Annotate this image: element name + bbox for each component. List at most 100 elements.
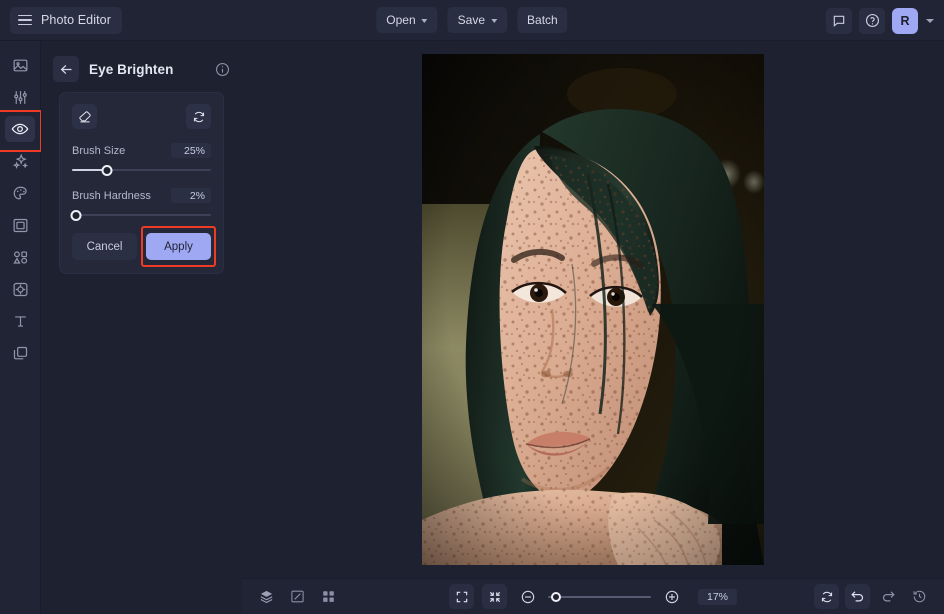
- eraser-button[interactable]: [72, 104, 97, 129]
- zoom-controls: 17%: [449, 584, 737, 609]
- grid-button[interactable]: [316, 584, 341, 609]
- save-button[interactable]: Save: [448, 7, 507, 33]
- undo-icon: [850, 589, 865, 604]
- apply-button[interactable]: Apply: [146, 233, 211, 260]
- refresh-icon: [820, 590, 834, 604]
- portrait-photo: [422, 54, 764, 565]
- batch-label: Batch: [527, 13, 558, 27]
- fit-screen-button[interactable]: [449, 584, 474, 609]
- zoom-slider-track: [548, 596, 651, 598]
- help-button[interactable]: [859, 8, 885, 34]
- card-actions: Cancel Apply: [72, 233, 211, 260]
- photo-image[interactable]: [422, 54, 764, 565]
- reset-icon: [192, 110, 206, 124]
- slider-track: [72, 214, 211, 217]
- zoom-level-value[interactable]: 17%: [698, 589, 737, 605]
- zoom-in-icon: [663, 589, 679, 605]
- page-title: Eye Brighten: [89, 62, 212, 77]
- apply-button-highlight: Apply: [146, 233, 211, 260]
- help-circle-icon: [865, 13, 880, 28]
- batch-button[interactable]: Batch: [517, 7, 568, 33]
- layers-icon: [259, 589, 274, 604]
- avatar[interactable]: R: [892, 8, 918, 34]
- sidebar-item-image[interactable]: [5, 52, 35, 78]
- redo-icon: [881, 589, 896, 604]
- zoom-out-icon: [519, 589, 535, 605]
- tool-panel: Eye Brighten: [41, 41, 242, 614]
- brush-size-label: Brush Size: [72, 145, 125, 157]
- history-icon: [912, 589, 927, 604]
- brush-hardness-slider[interactable]: [72, 208, 211, 222]
- history-controls: [814, 584, 932, 609]
- sidebar-item-layers[interactable]: [5, 340, 35, 366]
- fit-screen-icon: [454, 590, 468, 604]
- chevron-down-icon: [422, 19, 428, 23]
- sticker-icon: [12, 281, 29, 298]
- back-button[interactable]: [53, 56, 79, 82]
- shapes-icon: [12, 249, 29, 266]
- chevron-down-icon: [491, 19, 497, 23]
- open-label: Open: [386, 13, 415, 27]
- undo-button[interactable]: [845, 584, 870, 609]
- sparkles-icon: [12, 153, 29, 170]
- layers-copy-icon: [12, 345, 29, 362]
- brush-settings-card: Brush Size 25% Brush Hardness 2% Cancel: [59, 92, 224, 274]
- info-button[interactable]: [212, 59, 232, 79]
- compare-button[interactable]: [285, 584, 310, 609]
- brush-hardness-row: Brush Hardness 2%: [72, 188, 211, 203]
- panel-header: Eye Brighten: [41, 51, 242, 87]
- zoom-out-button[interactable]: [515, 584, 540, 609]
- sidebar-item-frame[interactable]: [5, 212, 35, 238]
- brush-hardness-label: Brush Hardness: [72, 190, 151, 202]
- layers-button[interactable]: [254, 584, 279, 609]
- sliders-icon: [12, 89, 29, 106]
- frame-icon: [12, 217, 29, 234]
- reset-view-button[interactable]: [814, 584, 839, 609]
- top-center-actions: Open Save Batch: [376, 7, 567, 33]
- top-toolbar: Photo Editor Open Save Batch: [0, 0, 944, 41]
- sidebar-item-adjust[interactable]: [5, 84, 35, 110]
- chevron-down-icon[interactable]: [926, 19, 934, 23]
- palette-icon: [12, 185, 29, 202]
- bottom-left-tools: [254, 584, 341, 609]
- eraser-icon: [78, 110, 92, 124]
- cancel-button[interactable]: Cancel: [72, 233, 137, 260]
- zoom-slider[interactable]: [548, 590, 651, 604]
- open-button[interactable]: Open: [376, 7, 437, 33]
- redo-button[interactable]: [876, 584, 901, 609]
- photo-editor-app: Photo Editor Open Save Batch: [0, 0, 944, 614]
- sidebar-item-text[interactable]: [5, 308, 35, 334]
- grid-icon: [321, 589, 336, 604]
- app-menu-button[interactable]: Photo Editor: [10, 7, 122, 34]
- actual-size-icon: [487, 590, 501, 604]
- text-icon: [12, 313, 29, 330]
- slider-thumb[interactable]: [71, 210, 82, 221]
- hamburger-icon: [18, 15, 32, 26]
- compare-icon: [290, 589, 305, 604]
- brush-size-value[interactable]: 25%: [171, 143, 211, 158]
- sidebar-item-color[interactable]: [5, 180, 35, 206]
- zoom-slider-thumb[interactable]: [551, 592, 561, 602]
- top-right-actions: R: [826, 0, 934, 41]
- brush-size-slider[interactable]: [72, 163, 211, 177]
- brush-hardness-value[interactable]: 2%: [171, 188, 211, 203]
- reset-brush-button[interactable]: [186, 104, 211, 129]
- feedback-button[interactable]: [826, 8, 852, 34]
- eye-icon: [11, 120, 29, 138]
- history-button[interactable]: [907, 584, 932, 609]
- sidebar-item-stickers[interactable]: [5, 276, 35, 302]
- canvas-area[interactable]: [242, 41, 944, 578]
- app-title: Photo Editor: [41, 13, 111, 27]
- sidebar-item-shapes[interactable]: [5, 244, 35, 270]
- actual-size-button[interactable]: [482, 584, 507, 609]
- sidebar-item-retouch[interactable]: [5, 116, 35, 142]
- sidebar-item-effects[interactable]: [5, 148, 35, 174]
- comment-icon: [832, 14, 846, 28]
- slider-thumb[interactable]: [101, 165, 112, 176]
- brush-size-row: Brush Size 25%: [72, 143, 211, 158]
- info-circle-icon: [215, 62, 230, 77]
- bottom-toolbar: 17%: [242, 578, 944, 614]
- zoom-in-button[interactable]: [659, 584, 684, 609]
- save-label: Save: [458, 13, 485, 27]
- card-tool-row: [72, 104, 211, 129]
